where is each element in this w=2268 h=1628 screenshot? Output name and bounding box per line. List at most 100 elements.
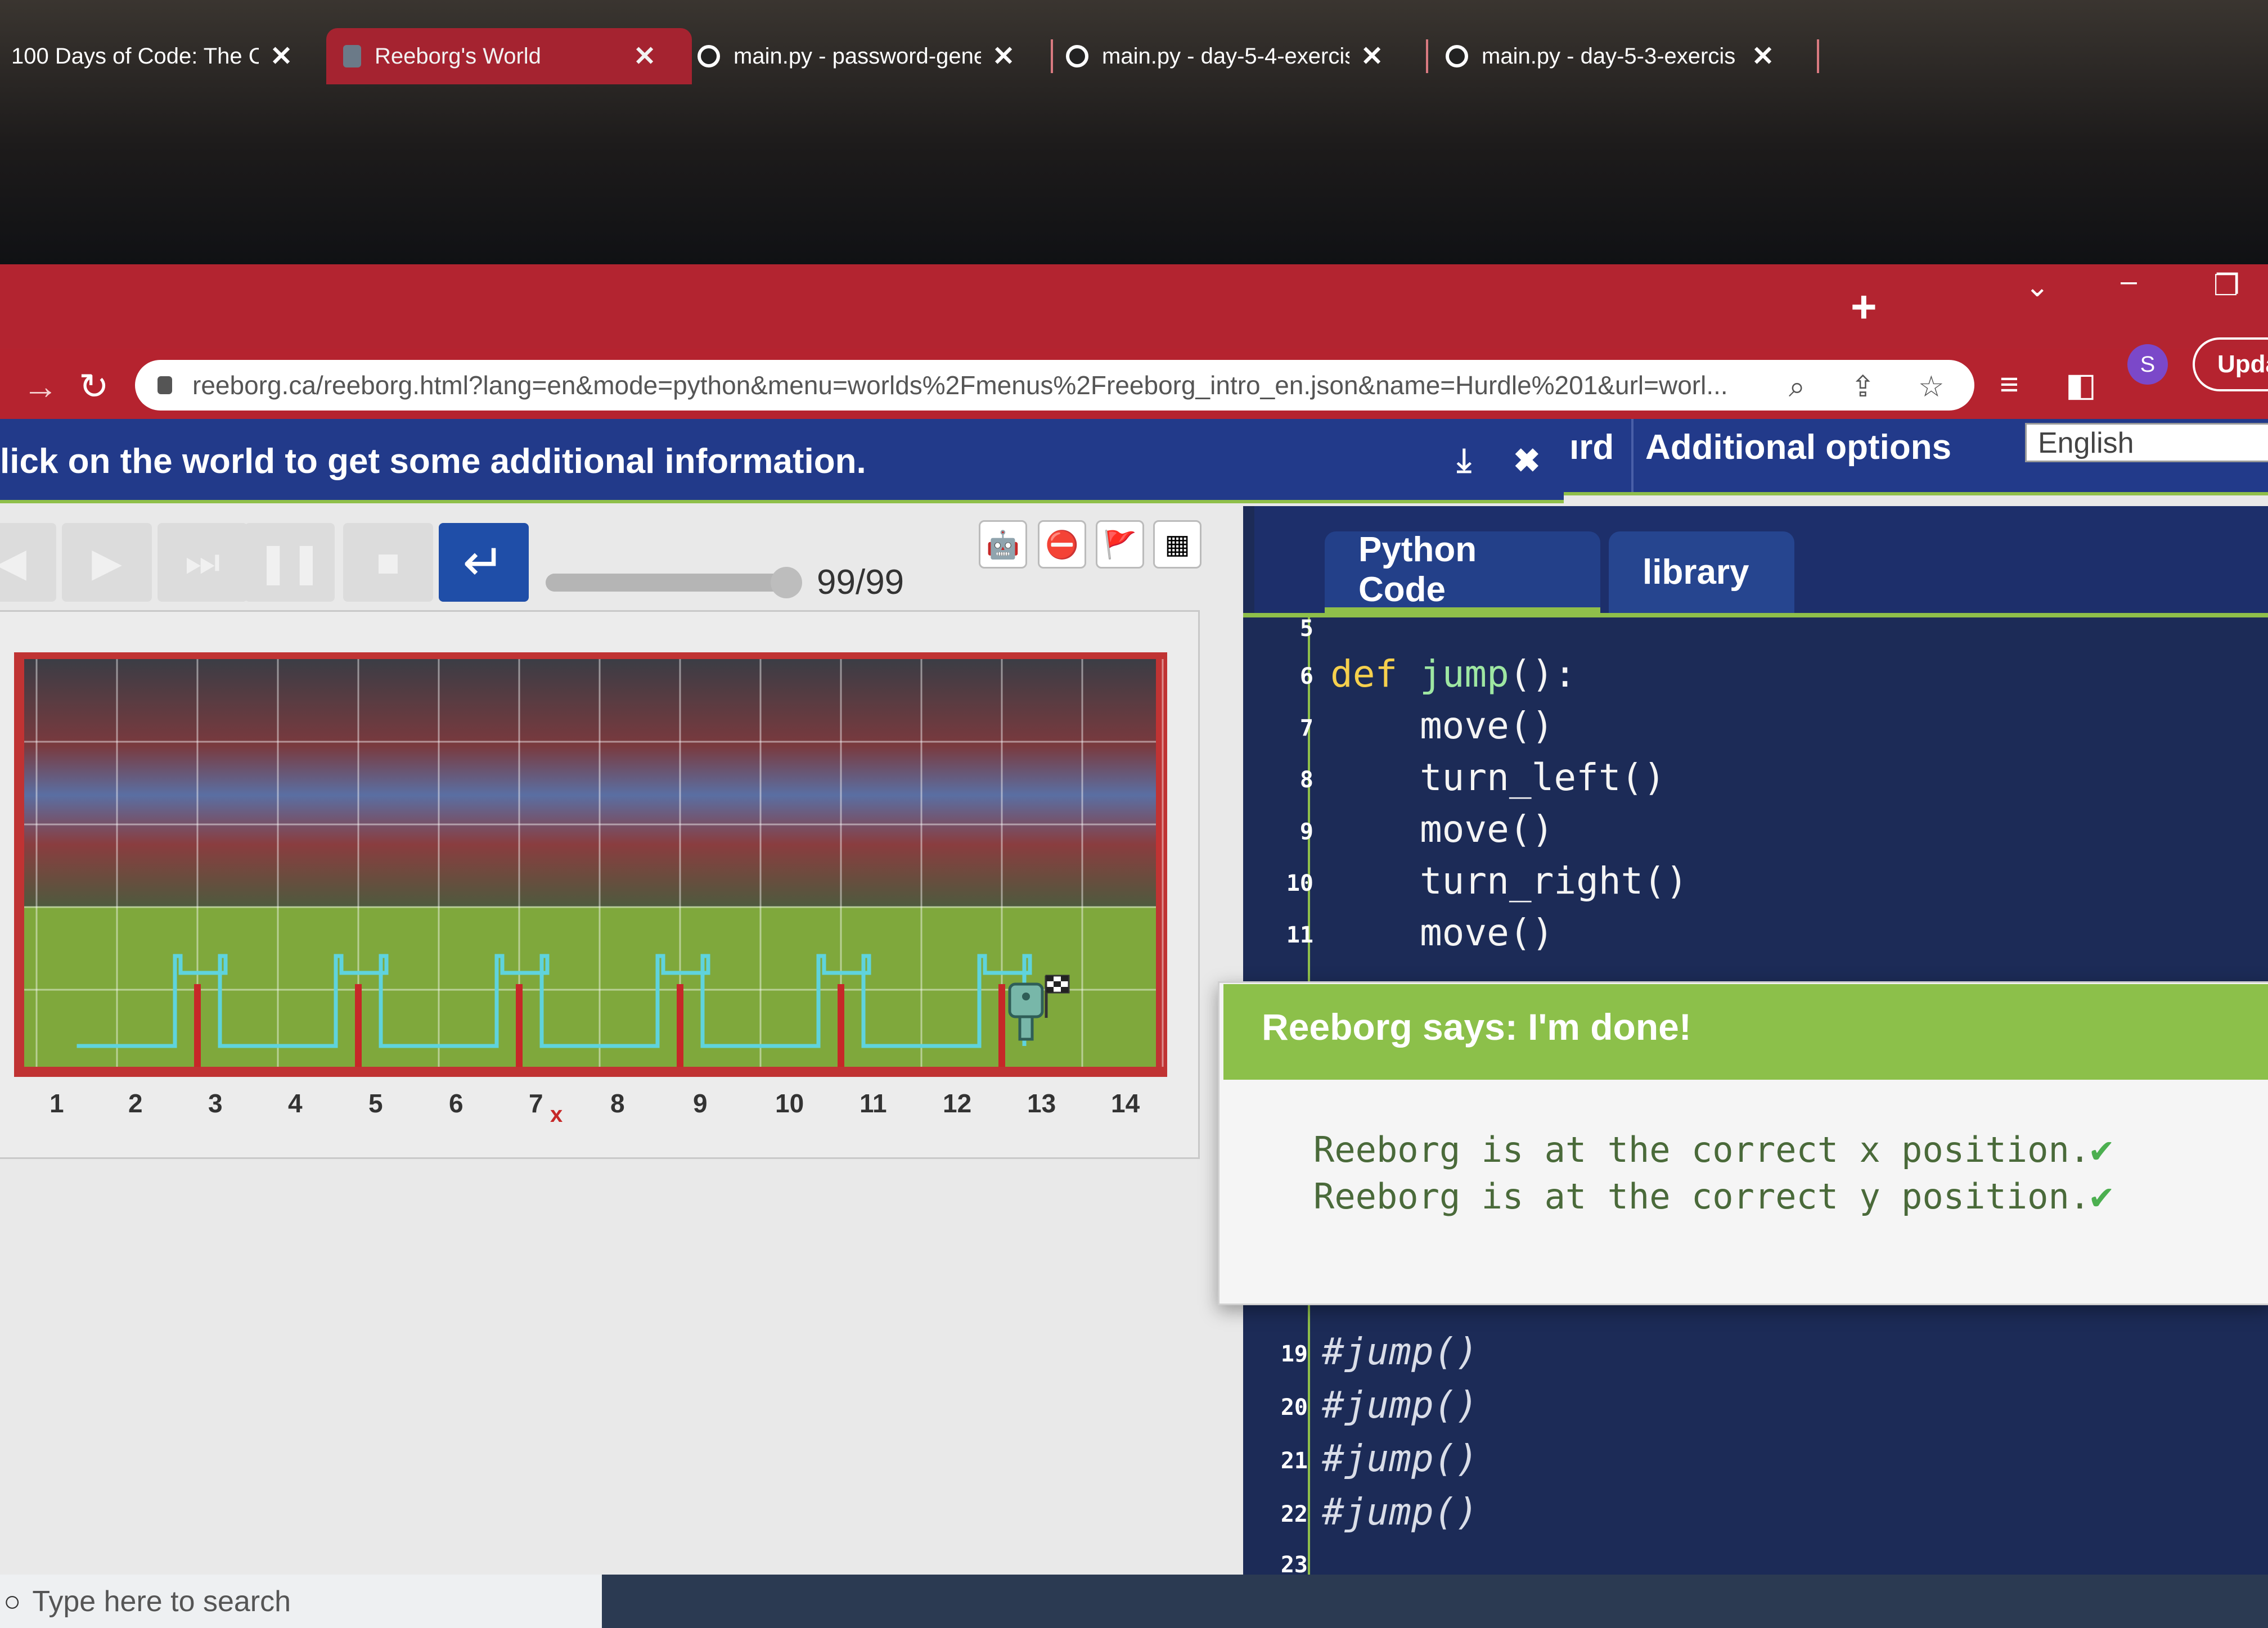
x-axis-label: 6 — [449, 1089, 464, 1118]
language-select[interactable]: English — [2025, 423, 2268, 462]
chevron-down-icon[interactable]: ⌄ — [2025, 270, 2050, 304]
x-axis-label: 2 — [128, 1089, 143, 1118]
code-line[interactable]: #jump() — [1322, 1490, 1478, 1534]
update-button[interactable]: Upda — [2193, 337, 2268, 391]
search-icon: ○ — [3, 1585, 21, 1618]
dialog-title-bar[interactable]: Reeborg says: I'm done! — [1223, 984, 2268, 1080]
keyword: def — [1330, 652, 1420, 696]
tab-main-day-5-3[interactable]: main.py - day-5-3-exercis ✕ — [1446, 28, 1806, 84]
close-icon[interactable]: ✖ — [1513, 441, 1541, 480]
close-icon[interactable]: ✕ — [992, 40, 1015, 72]
function-name: jump — [1419, 652, 1509, 696]
tab-main-day-5-4[interactable]: main.py - day-5-4-exercis ✕ — [1066, 28, 1415, 84]
close-icon[interactable]: ✕ — [270, 40, 292, 72]
code-line[interactable]: def jump(): — [1330, 652, 1576, 696]
pause-button[interactable]: ❚❚ — [245, 523, 335, 602]
world-canvas[interactable] — [14, 652, 1167, 1077]
robot-icon[interactable]: 🤖 — [979, 520, 1027, 569]
close-icon[interactable]: ✕ — [633, 40, 656, 72]
reading-list-icon[interactable]: ≡ — [2000, 366, 2019, 403]
tab-python-code[interactable]: Python Code — [1325, 530, 1600, 613]
menu-item-additional-options[interactable]: Additional options — [1645, 427, 1951, 467]
x-axis-label: 5 — [368, 1089, 383, 1118]
tab-title: Reeborg's World — [375, 43, 541, 69]
replit-icon — [1446, 45, 1468, 67]
code-line[interactable]: move() — [1330, 808, 1554, 851]
restore-icon[interactable]: ❐ — [2213, 269, 2240, 303]
code-line[interactable]: #jump() — [1322, 1437, 1478, 1480]
forward-icon[interactable]: → — [22, 366, 58, 407]
x-axis-label: 9 — [693, 1089, 708, 1118]
robot-icon — [343, 45, 361, 67]
info-message: lick on the world to get some additional… — [0, 442, 866, 481]
replit-icon — [1066, 45, 1088, 67]
address-bar[interactable]: reeborg.ca/reeborg.html?lang=en&mode=pyt… — [135, 360, 1974, 411]
reload-return-button[interactable]: ↵ — [439, 523, 529, 602]
step-button[interactable]: ⏭ — [158, 523, 248, 602]
hurdle-wall — [516, 984, 523, 1067]
reload-icon[interactable]: ↻ — [79, 366, 109, 408]
close-icon[interactable]: ✕ — [1361, 40, 1383, 72]
slider-knob[interactable] — [771, 567, 802, 598]
x-axis-label: 4 — [288, 1089, 303, 1118]
x-axis-label: 13 — [1027, 1089, 1056, 1118]
share-icon[interactable]: ⇪ — [1851, 370, 1875, 404]
stadium-stands — [24, 659, 1156, 907]
minimize-icon[interactable]: – — [2121, 264, 2137, 298]
code-line[interactable]: turn_left() — [1330, 756, 1666, 799]
step-counter: 99/99 — [817, 563, 904, 602]
tab-separator — [1426, 39, 1428, 73]
hurdle-wall — [677, 984, 683, 1067]
tab-title: main.py - day-5-3-exercis — [1482, 43, 1736, 69]
line-number: 6 — [1299, 664, 1313, 689]
code-line[interactable]: move() — [1330, 704, 1554, 747]
hurdle-wall — [998, 984, 1005, 1067]
world-info-icon[interactable]: ▦ — [1153, 520, 1202, 569]
grass-field — [24, 907, 1156, 1067]
profile-avatar[interactable]: S — [2127, 344, 2168, 385]
tab-library[interactable]: library — [1609, 531, 1794, 613]
search-placeholder: Type here to search — [32, 1585, 291, 1618]
run-button[interactable]: ▶ — [62, 523, 152, 602]
new-tab-button[interactable]: + — [1851, 281, 1877, 333]
zoom-icon[interactable]: ⌕ — [1789, 370, 1805, 404]
x-position-marker: x — [550, 1102, 563, 1127]
code-text: (): — [1509, 652, 1577, 696]
step-slider[interactable] — [546, 567, 802, 598]
menu-item-partial[interactable]: ırd — [1569, 427, 1614, 467]
line-number: 10 — [1286, 871, 1313, 896]
dialog-title: Reeborg says: I'm done! — [1262, 1006, 1691, 1048]
code-line[interactable]: move() — [1330, 911, 1554, 954]
star-icon[interactable]: ☆ — [1918, 370, 1945, 404]
x-axis-label: 7 — [529, 1089, 543, 1118]
tab-100-days-of-code[interactable]: 100 Days of Code: The C ✕ — [0, 28, 326, 84]
dialog-message-y: Reeborg is at the correct y position.✔ — [1313, 1174, 2113, 1217]
info-banner: lick on the world to get some additional… — [0, 419, 1564, 503]
step-back-button[interactable]: ◀ — [0, 523, 56, 602]
robot-red-icon[interactable]: ⛔ — [1038, 520, 1086, 569]
menu-divider — [1631, 419, 1634, 492]
line-number: 11 — [1286, 922, 1313, 948]
hurdle-wall — [838, 984, 844, 1067]
url-text: reeborg.ca/reeborg.html?lang=en&mode=pyt… — [192, 371, 1728, 400]
dialog-message-x: Reeborg is at the correct x position.✔ — [1313, 1128, 2113, 1171]
side-panel-icon[interactable]: ◧ — [2066, 366, 2096, 404]
code-line[interactable]: #jump() — [1322, 1383, 1478, 1427]
flag-icon[interactable]: 🚩 — [1096, 520, 1144, 569]
line-number: 8 — [1299, 767, 1313, 793]
tab-title: 100 Days of Code: The C — [11, 43, 259, 69]
stop-button[interactable]: ■ — [343, 523, 433, 602]
line-number: 7 — [1299, 715, 1313, 741]
code-line[interactable]: #jump() — [1322, 1330, 1478, 1373]
pin-icon[interactable]: ⤓ — [1457, 441, 1472, 480]
code-line[interactable]: turn_right() — [1330, 859, 1688, 903]
taskbar-search[interactable]: ○ Type here to search — [0, 1575, 602, 1628]
line-number: 20 — [1280, 1395, 1308, 1420]
check-icon: ✔ — [2090, 1174, 2113, 1217]
close-icon[interactable]: ✕ — [1752, 40, 1774, 72]
tab-title: main.py - day-5-4-exercis — [1102, 43, 1349, 69]
tab-reeborgs-world[interactable]: Reeborg's World ✕ — [326, 28, 692, 84]
tab-main-password-gene[interactable]: main.py - password-gene ✕ — [698, 28, 1046, 84]
x-axis-label: 14 — [1111, 1089, 1140, 1118]
x-axis-label: 10 — [775, 1089, 804, 1118]
